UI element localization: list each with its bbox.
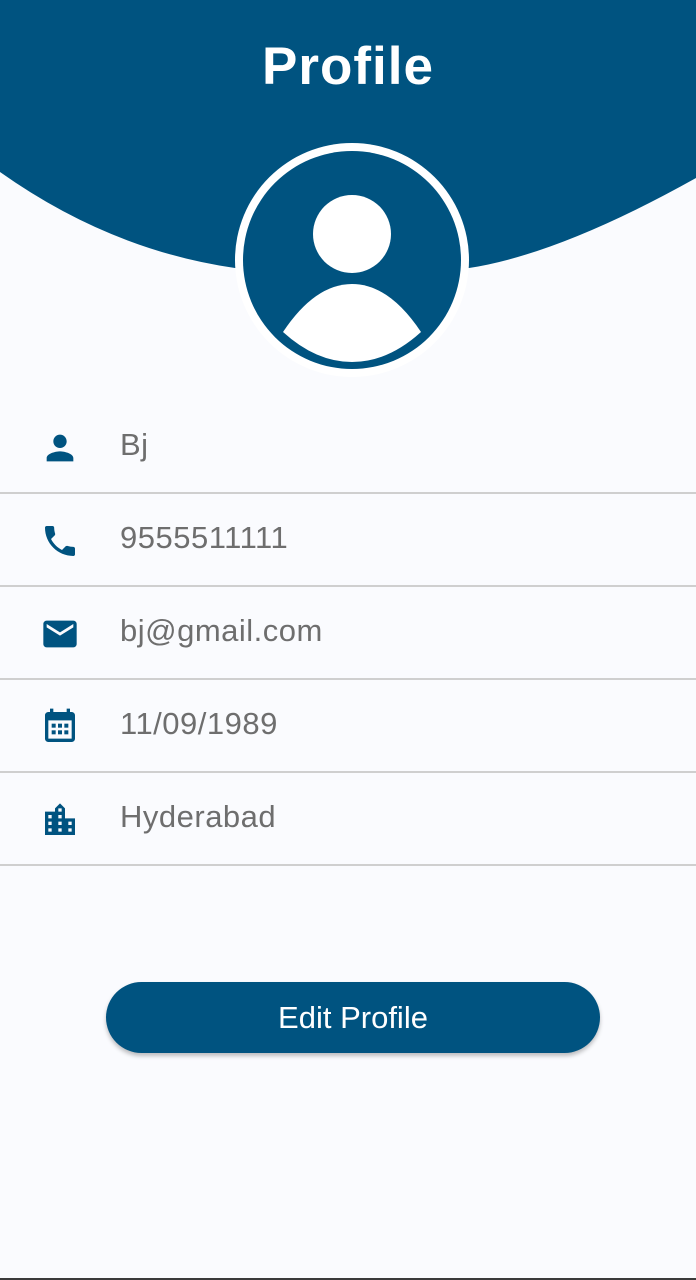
calendar-icon	[40, 707, 80, 747]
edit-profile-button[interactable]: Edit Profile	[106, 982, 600, 1053]
email-value: bj@gmail.com	[120, 613, 323, 648]
phone-row: 9555511111	[0, 494, 696, 587]
phone-value: 9555511111	[120, 520, 289, 555]
phone-icon	[40, 521, 80, 561]
city-icon	[40, 800, 80, 840]
email-row: bj@gmail.com	[0, 587, 696, 680]
name-row: Bj	[0, 401, 696, 494]
city-value: Hyderabad	[120, 799, 277, 834]
birthdate-value: 11/09/1989	[120, 706, 278, 741]
person-icon	[40, 428, 80, 468]
birthdate-row: 11/09/1989	[0, 680, 696, 773]
page-title: Profile	[262, 37, 434, 96]
avatar[interactable]	[235, 143, 469, 377]
city-row: Hyderabad	[0, 773, 696, 866]
profile-info-list: Bj 9555511111 bj@gmail.com 11/09/1989 Hy…	[0, 401, 696, 866]
name-value: Bj	[120, 427, 149, 462]
person-avatar-icon	[235, 143, 469, 377]
email-icon	[40, 614, 80, 654]
